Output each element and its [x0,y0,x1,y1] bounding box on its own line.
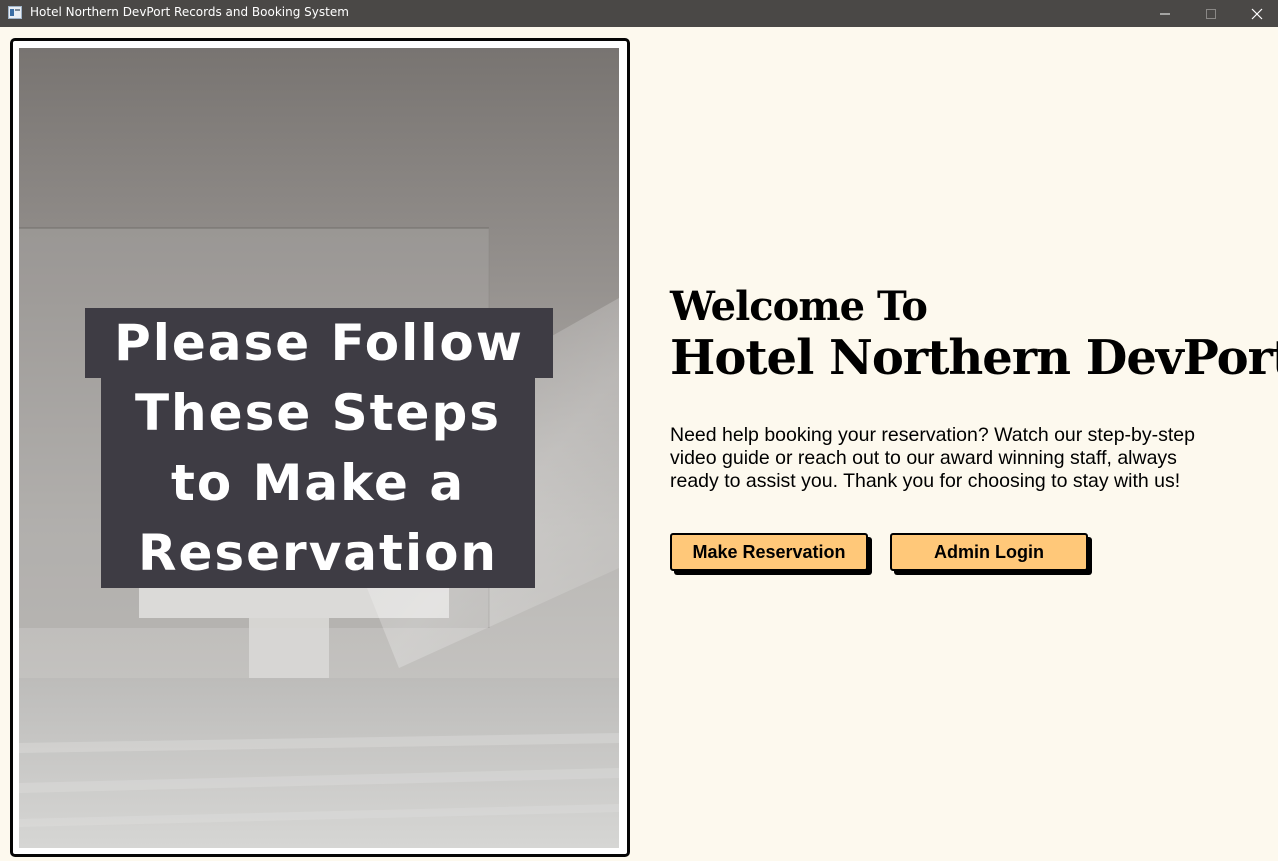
close-icon [1251,8,1263,19]
minimize-icon [1160,13,1170,14]
hotel-name-heading: Hotel Northern DevPort [670,330,1278,386]
window-title: Hotel Northern DevPort Records and Booki… [30,5,349,19]
maximize-icon [1206,8,1216,19]
make-reservation-button[interactable]: Make Reservation [670,533,868,571]
poster-frame: Please Follow These Steps to Make a Rese… [10,38,630,857]
maximize-button[interactable] [1188,0,1234,27]
main-window: Please Follow These Steps to Make a Rese… [0,27,1278,861]
close-button[interactable] [1234,0,1278,27]
poster-line-4: Reservation [101,518,535,588]
admin-login-button[interactable]: Admin Login [890,533,1088,571]
minimize-button[interactable] [1142,0,1188,27]
reservation-guide-poster[interactable]: Please Follow These Steps to Make a Rese… [19,48,619,848]
title-bar: Hotel Northern DevPort Records and Booki… [0,0,1278,27]
app-window-icon [8,6,22,19]
welcome-heading: Welcome To [670,283,928,330]
poster-line-1: Please Follow [85,308,553,378]
help-description: Need help booking your reservation? Watc… [670,424,1195,492]
poster-line-2: These Steps [101,378,535,448]
poster-line-3: to Make a [101,448,535,518]
